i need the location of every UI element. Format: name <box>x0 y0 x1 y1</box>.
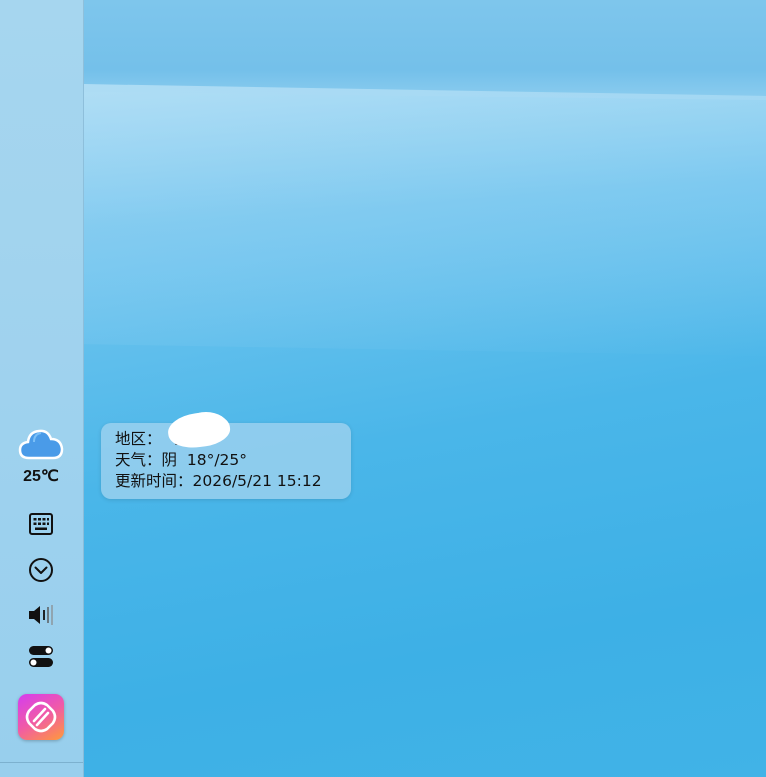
tooltip-region-label: 地区： <box>115 430 162 448</box>
tooltip-updated-row: 更新时间：2026/5/21 15:12 <box>115 472 322 490</box>
wallpaper-wave-light <box>84 83 766 357</box>
cloud-icon <box>18 429 64 460</box>
chevron-down-circle-icon <box>29 558 53 582</box>
keyboard-button[interactable] <box>26 509 56 539</box>
app-launcher-button[interactable] <box>18 694 64 740</box>
expand-tray-button[interactable] <box>26 555 56 585</box>
tooltip-region-row: 地区：云 <box>115 429 351 450</box>
desktop-wallpaper <box>84 0 766 777</box>
keyboard-icon <box>29 513 53 535</box>
temperature-label: 25℃ <box>23 468 59 485</box>
app-logo-icon <box>25 701 57 733</box>
redaction-mark <box>184 412 228 440</box>
tooltip-weather-row: 天气：阴 18°/25° <box>115 451 248 469</box>
weather-widget[interactable]: 25℃ <box>14 422 68 494</box>
sidebar-divider <box>0 762 83 763</box>
volume-button[interactable] <box>26 600 56 630</box>
volume-icon <box>29 605 53 625</box>
sidebar-taskbar: 25℃ <box>0 0 84 777</box>
toggle-settings-icon <box>29 646 53 667</box>
control-center-button[interactable] <box>26 642 56 672</box>
